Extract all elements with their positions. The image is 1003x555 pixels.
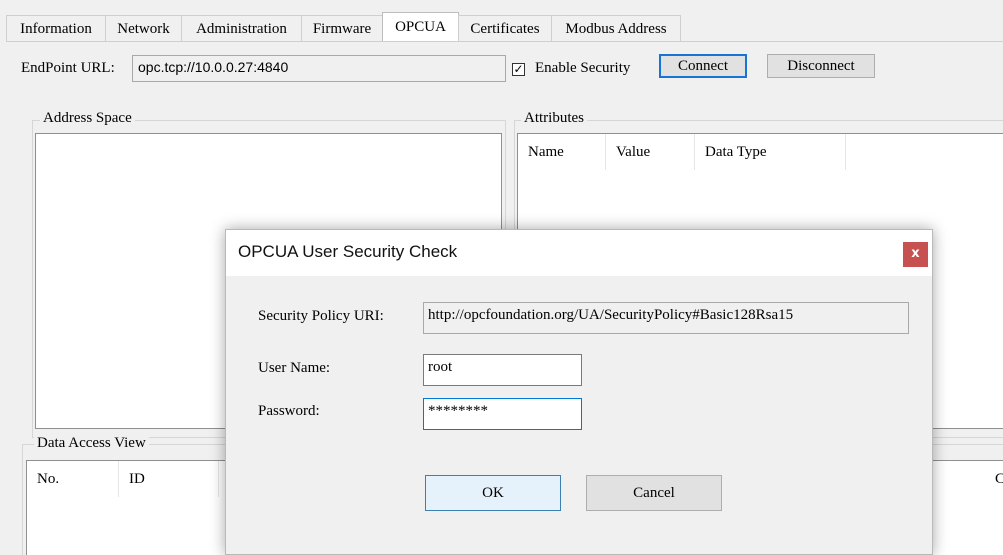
password-label: Password: bbox=[258, 403, 320, 419]
data-access-title: Data Access View bbox=[34, 435, 149, 452]
data-access-col-partial[interactable]: C bbox=[989, 461, 1003, 497]
endpoint-url-field[interactable]: opc.tcp://10.0.0.27:4840 bbox=[132, 55, 506, 82]
close-icon: x bbox=[911, 246, 920, 261]
attributes-col-value[interactable]: Value bbox=[606, 134, 695, 170]
attributes-title: Attributes bbox=[521, 110, 587, 127]
enable-security-checkbox[interactable]: ✓ bbox=[512, 63, 525, 76]
attributes-col-name[interactable]: Name bbox=[518, 134, 606, 170]
security-policy-label: Security Policy URI: bbox=[258, 308, 384, 324]
dialog-title: OPCUA User Security Check bbox=[238, 242, 458, 261]
data-access-col-id[interactable]: ID bbox=[119, 461, 219, 497]
dialog-body: Security Policy URI: http://opcfoundatio… bbox=[226, 276, 932, 554]
tab-strip: Information Network Administration Firmw… bbox=[0, 0, 1003, 42]
dialog-titlebar[interactable]: OPCUA User Security Check x bbox=[226, 230, 932, 276]
security-policy-field: http://opcfoundation.org/UA/SecurityPoli… bbox=[423, 302, 909, 334]
password-field[interactable]: ******** bbox=[423, 398, 582, 430]
address-space-title: Address Space bbox=[40, 110, 135, 127]
disconnect-button[interactable]: Disconnect bbox=[767, 54, 875, 78]
connect-button[interactable]: Connect bbox=[659, 54, 747, 78]
tab-administration[interactable]: Administration bbox=[181, 15, 302, 42]
user-name-label: User Name: bbox=[258, 360, 331, 376]
data-access-col-no[interactable]: No. bbox=[27, 461, 119, 497]
ok-button[interactable]: OK bbox=[425, 475, 561, 511]
attributes-col-data-type[interactable]: Data Type bbox=[695, 134, 846, 170]
enable-security-label[interactable]: Enable Security bbox=[535, 60, 630, 77]
tab-modbus-address[interactable]: Modbus Address bbox=[551, 15, 681, 42]
tab-opcua[interactable]: OPCUA bbox=[382, 12, 459, 42]
tab-firmware[interactable]: Firmware bbox=[301, 15, 383, 42]
tab-divider bbox=[6, 41, 1003, 42]
cancel-button[interactable]: Cancel bbox=[586, 475, 722, 511]
close-button[interactable]: x bbox=[903, 242, 928, 267]
tab-information[interactable]: Information bbox=[6, 15, 106, 42]
tab-certificates[interactable]: Certificates bbox=[458, 15, 552, 42]
user-name-field[interactable]: root bbox=[423, 354, 582, 386]
security-check-dialog: OPCUA User Security Check x Security Pol… bbox=[225, 229, 933, 555]
endpoint-url-label: EndPoint URL: bbox=[21, 60, 115, 76]
tab-network[interactable]: Network bbox=[105, 15, 182, 42]
